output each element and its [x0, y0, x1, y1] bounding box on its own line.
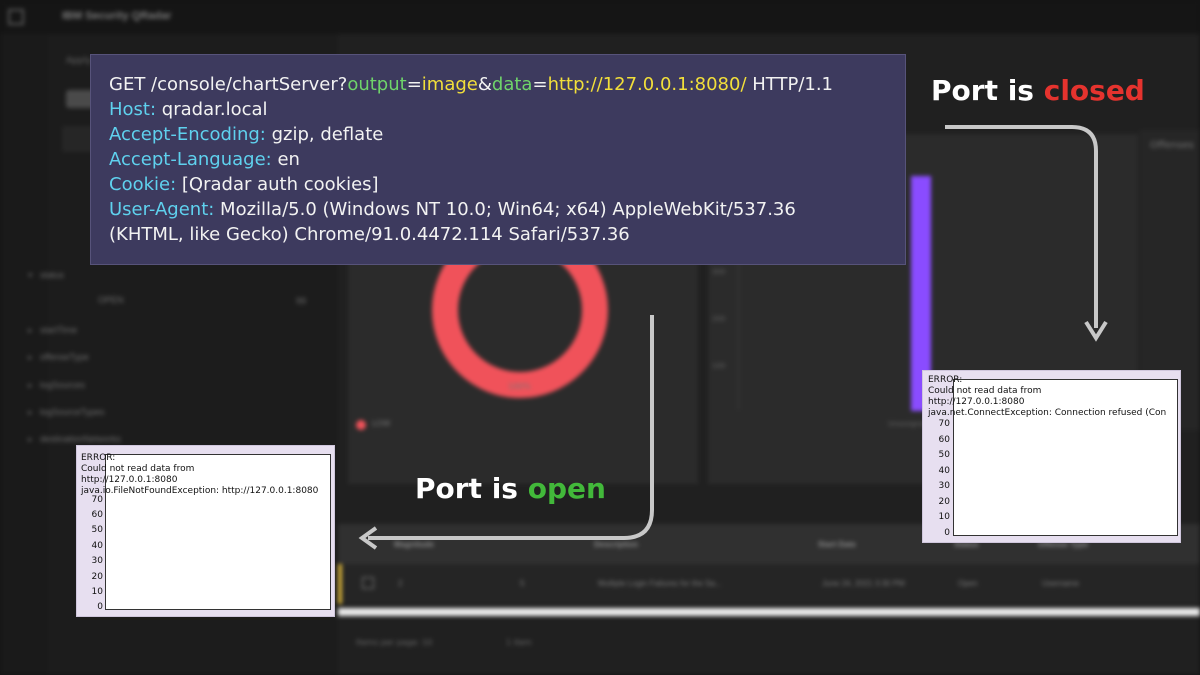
closed-y-ticks: 70 60 50 40 30 20 10 0 — [938, 419, 950, 538]
closed-error-text: ERROR: Could not read data from http://1… — [928, 375, 1167, 418]
open-error-text: ERROR: Could not read data from http://1… — [81, 453, 319, 496]
closed-error-image: ERROR: Could not read data from http://1… — [922, 370, 1181, 543]
open-error-image: ERROR: Could not read data from http://1… — [76, 445, 335, 617]
open-y-ticks: 70 60 50 40 30 20 10 0 — [91, 495, 103, 612]
